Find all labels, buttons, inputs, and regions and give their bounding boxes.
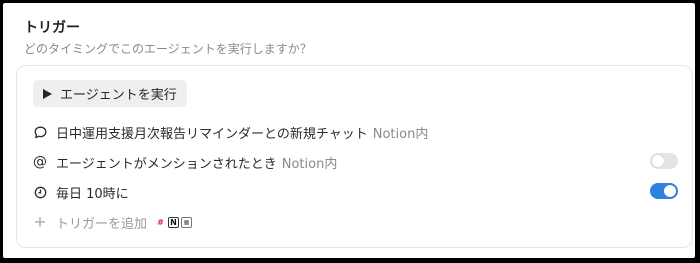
trigger-label: 日中運用支援月次報告リマインダーとの新規チャット: [56, 126, 368, 142]
plus-icon: [33, 215, 47, 229]
schedule-trigger-toggle[interactable]: [650, 183, 678, 199]
run-agent-label: エージェントを実行: [60, 88, 177, 103]
trigger-row-mention[interactable]: @ エージェントがメンションされたとき Notion内: [33, 151, 678, 173]
toggle-knob: [664, 185, 676, 197]
at-sign-icon: @: [33, 154, 47, 170]
trigger-location: Notion内: [281, 156, 338, 172]
clock-icon: [33, 185, 47, 199]
add-trigger-label: トリガーを追加: [56, 216, 148, 232]
section-subtitle: どのタイミングでこのエージェントを実行しますか？: [24, 42, 312, 56]
calendar-icon: ▦: [181, 216, 193, 228]
trigger-label: エージェントがメンションされたとき: [56, 156, 277, 172]
section-title: トリガー: [24, 20, 80, 36]
add-trigger-button[interactable]: トリガーを追加 # N ▦: [33, 211, 678, 233]
trigger-label: 毎日 10時に: [56, 186, 129, 202]
chat-bubble-icon: [33, 125, 47, 139]
trigger-location: Notion内: [372, 126, 429, 142]
trigger-panel: トリガー どのタイミングでこのエージェントを実行しますか？ エージェントを実行 …: [3, 3, 695, 258]
trigger-row-schedule[interactable]: 毎日 10時に: [33, 181, 678, 203]
trigger-card: エージェントを実行 日中運用支援月次報告リマインダーとの新規チャット Notio…: [16, 65, 693, 248]
run-agent-button[interactable]: エージェントを実行: [33, 80, 187, 107]
toggle-knob: [652, 155, 664, 167]
trigger-row-chat[interactable]: 日中運用支援月次報告リマインダーとの新規チャット Notion内: [33, 121, 678, 143]
mention-trigger-toggle[interactable]: [650, 153, 678, 169]
slack-icon: #: [157, 217, 164, 227]
notion-icon: N: [168, 216, 180, 228]
integration-icons: # N ▦: [155, 216, 193, 228]
play-icon: [43, 88, 52, 99]
